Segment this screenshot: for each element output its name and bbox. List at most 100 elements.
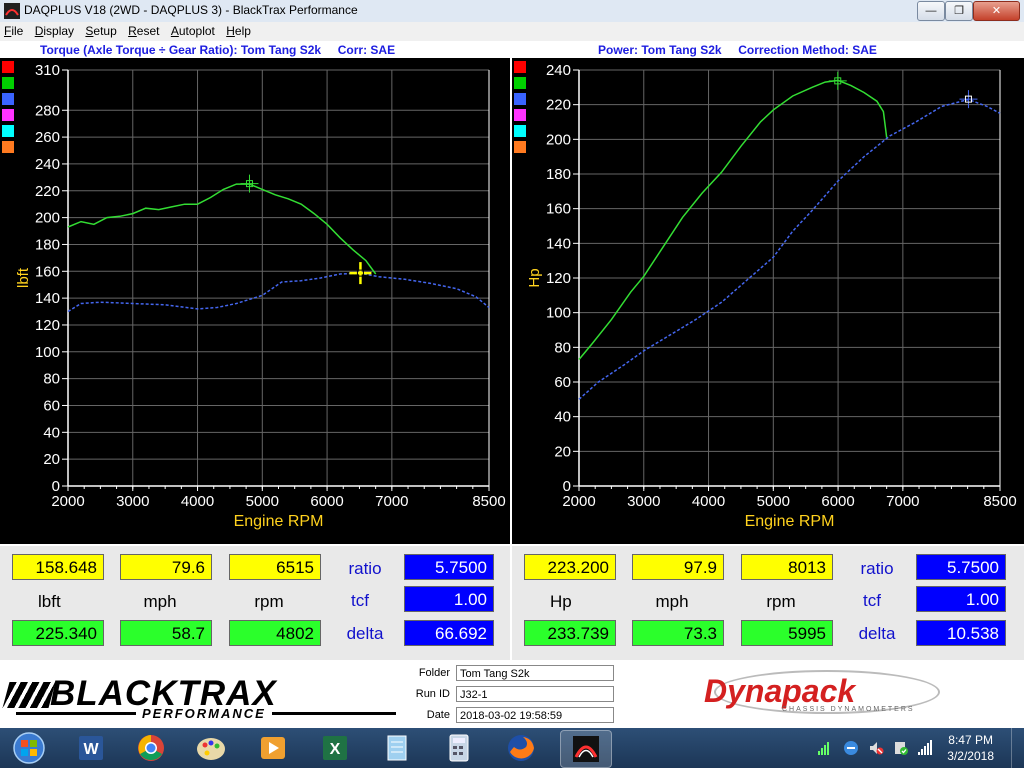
torque-cursor-speed: 79.6 <box>120 554 212 580</box>
tray-signal-icon[interactable] <box>818 740 832 756</box>
power-peak-value: 233.739 <box>524 620 616 646</box>
media-player-icon[interactable] <box>248 730 298 766</box>
clock-time: 8:47 PM <box>948 733 993 747</box>
tray-wifi-icon[interactable] <box>917 740 933 756</box>
power-ytick-label: 180 <box>546 166 571 183</box>
torque-delta-value: 66.692 <box>404 620 494 646</box>
menu-bar: File Display Setup Reset Autoplot Help <box>0 22 1024 41</box>
power-ytick-label: 60 <box>554 374 571 391</box>
torque-delta-label: delta <box>346 624 384 643</box>
start-orb-icon[interactable] <box>4 730 54 766</box>
calculator-icon[interactable] <box>434 730 484 766</box>
chrome-icon[interactable] <box>126 730 176 766</box>
runid-label: Run ID <box>415 688 450 700</box>
torque-chart[interactable]: 2000 3000 4000 5000 6000 7000 8500 0 20 40 60 80 100… <box>0 58 510 544</box>
torque-rpm-unit: rpm <box>254 592 284 611</box>
power-ylabel: Hp <box>526 268 543 287</box>
power-peak-rpm: 5995 <box>741 620 833 646</box>
power-series-green <box>578 79 888 360</box>
power-speed-unit: mph <box>655 592 689 611</box>
restore-button[interactable]: ❐ <box>945 1 973 21</box>
torque-unit-label: lbft <box>38 592 61 611</box>
notepad-icon[interactable] <box>372 730 422 766</box>
menu-help[interactable]: Help <box>222 22 255 38</box>
torque-series-blue <box>67 272 490 313</box>
tray-volume-muted-icon[interactable] <box>868 740 884 756</box>
taskbar: W X 8:47 PM 3/2/2018 <box>0 728 1024 768</box>
excel-icon[interactable]: X <box>310 730 360 766</box>
dynapack-logo: Dynapack CHASSIS DYNAMOMETERS <box>700 668 950 720</box>
torque-ytick-label: 140 <box>35 290 60 307</box>
power-chart-title: Power: Tom Tang S2k Correction Method: S… <box>512 42 1024 58</box>
system-clock[interactable]: 8:47 PM 3/2/2018 <box>947 732 994 764</box>
torque-xtick-label: 6000 <box>310 493 343 510</box>
power-cursor-rpm: 8013 <box>741 554 833 580</box>
svg-text:W: W <box>83 741 99 758</box>
torque-tcf-value[interactable]: 1.00 <box>404 586 494 612</box>
torque-speed-unit: mph <box>143 592 177 611</box>
torque-xtick-label: 5000 <box>246 493 279 510</box>
torque-ratio-value[interactable]: 5.7500 <box>404 554 494 580</box>
torque-cursor-marker <box>240 174 259 193</box>
torque-ytick-label: 20 <box>43 451 60 468</box>
power-xtick-label: 3000 <box>627 493 660 510</box>
clock-date: 3/2/2018 <box>947 749 994 763</box>
daqplus-icon[interactable] <box>560 730 612 768</box>
power-delta-label: delta <box>858 624 896 643</box>
torque-cursor-rpm: 6515 <box>229 554 321 580</box>
torque-ytick-label: 60 <box>43 397 60 414</box>
power-chart-panel: Power: Tom Tang S2k Correction Method: S… <box>512 42 1024 544</box>
torque-chart-panel: Torque (Axle Torque ÷ Gear Ratio): Tom T… <box>0 42 510 544</box>
torque-ytick-label: 0 <box>52 478 60 495</box>
power-ytick-label: 120 <box>546 270 571 287</box>
torque-xtick-label: 4000 <box>181 493 214 510</box>
torque-ratio-label: ratio <box>348 559 382 578</box>
menu-reset[interactable]: Reset <box>124 22 163 38</box>
power-delta-value: 10.538 <box>916 620 1006 646</box>
power-chart[interactable]: 2000 3000 4000 5000 6000 7000 8500 0 20 40 60 80 100… <box>512 58 1024 544</box>
menu-file[interactable]: File <box>0 22 27 38</box>
footer-panel: BLACKTRAX PERFORMANCE Folder Tom Tang S2… <box>0 662 1024 728</box>
close-button[interactable]: ✕ <box>973 1 1020 21</box>
torque-xlabel: Engine RPM <box>234 513 324 530</box>
power-series-blue <box>578 98 1001 400</box>
power-tcf-value[interactable]: 1.00 <box>916 586 1006 612</box>
word-icon[interactable]: W <box>66 730 116 766</box>
torque-ytick-label: 310 <box>35 62 60 79</box>
date-field[interactable]: 2018-03-02 19:58:59 <box>456 707 614 723</box>
tray-network-icon[interactable] <box>843 740 859 756</box>
date-label: Date <box>426 709 450 721</box>
menu-setup[interactable]: Setup <box>81 22 120 38</box>
window-title: DAQPLUS V18 (2WD - DAQPLUS 3) - BlackTra… <box>24 3 358 17</box>
power-ratio-value[interactable]: 5.7500 <box>916 554 1006 580</box>
torque-tcf-label: tcf <box>351 591 369 610</box>
folder-field[interactable]: Tom Tang S2k <box>456 665 614 681</box>
power-ytick-label: 80 <box>554 339 571 356</box>
power-xtick-label: 8500 <box>983 493 1016 510</box>
torque-ytick-label: 200 <box>35 210 60 227</box>
daqplus-app-icon <box>4 3 20 19</box>
torque-peak-value: 225.340 <box>12 620 104 646</box>
torque-ylabel: lbft <box>15 267 32 288</box>
power-cursor-value: 223.200 <box>524 554 616 580</box>
torque-chart-title: Torque (Axle Torque ÷ Gear Ratio): Tom T… <box>0 42 510 58</box>
title-bar: DAQPLUS V18 (2WD - DAQPLUS 3) - BlackTra… <box>0 0 1024 23</box>
power-tcf-label: tcf <box>863 591 881 610</box>
torque-peak-speed: 58.7 <box>120 620 212 646</box>
power-ytick-label: 240 <box>546 62 571 79</box>
runid-field[interactable]: J32-1 <box>456 686 614 702</box>
firefox-icon[interactable] <box>496 730 546 766</box>
torque-ytick-label: 240 <box>35 156 60 173</box>
menu-autoplot[interactable]: Autoplot <box>167 22 219 38</box>
power-xtick-label: 4000 <box>692 493 725 510</box>
power-ytick-label: 140 <box>546 235 571 252</box>
minimize-button[interactable]: — <box>917 1 945 21</box>
tray-action-center-icon[interactable] <box>893 740 909 756</box>
menu-display[interactable]: Display <box>31 22 78 38</box>
paint-icon[interactable] <box>186 730 236 766</box>
show-desktop-button[interactable] <box>1011 728 1024 768</box>
torque-ytick-label: 160 <box>35 263 60 280</box>
torque-ytick-label: 100 <box>35 344 60 361</box>
torque-cursor-marker <box>349 262 372 285</box>
torque-ytick-label: 280 <box>35 102 60 119</box>
